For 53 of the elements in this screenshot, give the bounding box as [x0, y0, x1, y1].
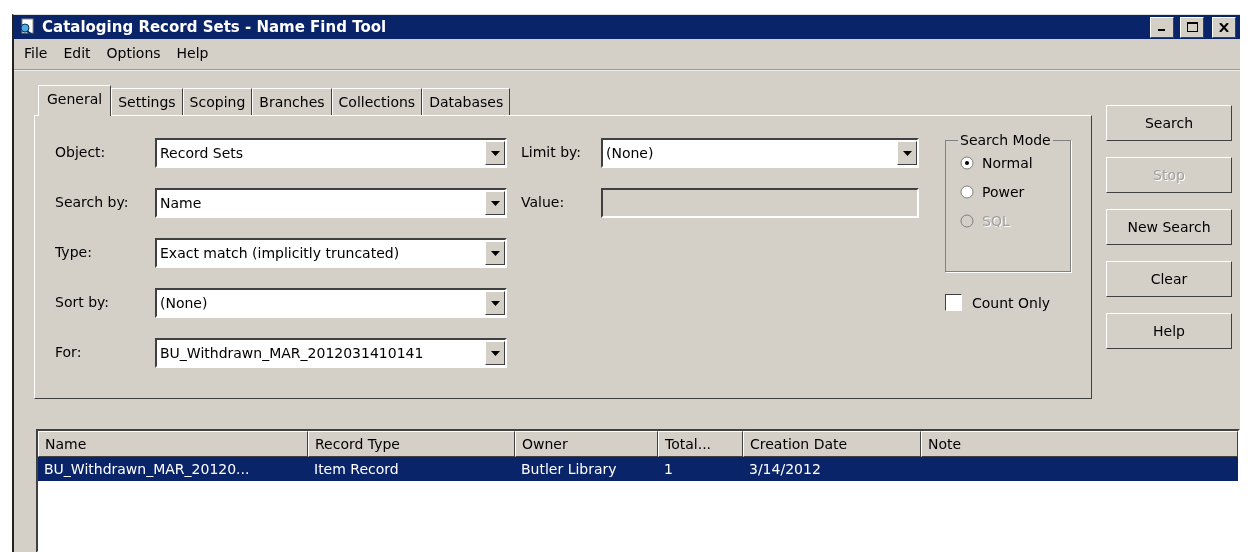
radio-option[interactable]: Power	[960, 184, 1070, 200]
radio-option[interactable]: Normal	[960, 155, 1070, 171]
minimize-button[interactable]	[1150, 16, 1174, 38]
field-label: Value:	[521, 193, 566, 210]
tab[interactable]: General	[38, 85, 112, 116]
dropdown-field[interactable]: Record Sets	[155, 138, 507, 168]
magnifier-document-icon	[18, 18, 36, 36]
table-cell-text: Item Record	[313, 460, 400, 479]
dropdown-field[interactable]: Exact match (implicitly truncated)	[155, 238, 507, 268]
action-button[interactable]: New Search	[1106, 209, 1232, 245]
tab[interactable]: Scoping	[182, 88, 253, 115]
window-title: Cataloging Record Sets - Name Find Tool	[42, 18, 388, 36]
field-label: Search by:	[55, 193, 130, 210]
close-icon	[1219, 22, 1229, 32]
field-label: For:	[55, 343, 83, 360]
column-header[interactable]: Owner	[515, 431, 658, 457]
table-cell-text: Butler Library	[520, 460, 618, 479]
maximize-icon	[1186, 22, 1198, 32]
action-button[interactable]: Help	[1106, 313, 1232, 349]
menu-item[interactable]: Options	[98, 45, 169, 61]
radio-icon[interactable]	[960, 156, 974, 170]
menu-item[interactable]: Edit	[55, 45, 99, 61]
table-cell-text: 3/14/2012	[748, 460, 822, 479]
menu-item[interactable]: File	[16, 45, 56, 61]
column-header[interactable]: Name	[38, 431, 308, 457]
action-button[interactable]: Clear	[1106, 261, 1232, 297]
dropdown-field[interactable]: (None)	[155, 288, 507, 318]
menu-item[interactable]: Help	[168, 45, 217, 61]
field-label: Sort by:	[55, 293, 111, 310]
dropdown-field[interactable]: (None)	[601, 138, 919, 168]
dropdown-field[interactable]: BU_Withdrawn_MAR_2012031410141	[155, 338, 507, 368]
maximize-button[interactable]	[1180, 16, 1204, 38]
checkbox[interactable]	[945, 294, 962, 311]
column-header[interactable]: Total...	[658, 431, 743, 457]
checkbox-option[interactable]: Count Only	[945, 294, 1071, 311]
close-button[interactable]	[1212, 16, 1236, 38]
field-label: Object:	[55, 143, 107, 160]
table-row[interactable]: BU_Withdrawn_MAR_20120... Item Record Butler Library 1 3/14/2012	[38, 457, 1238, 481]
column-header[interactable]: Note	[921, 431, 1238, 457]
field-label: Type:	[55, 243, 93, 260]
column-header[interactable]: Creation Date	[743, 431, 921, 457]
radio-icon[interactable]	[960, 185, 974, 199]
field-label: Limit by:	[521, 143, 583, 160]
tab[interactable]: Settings	[111, 88, 183, 115]
tab[interactable]: Databases	[422, 88, 511, 115]
tab[interactable]: Collections	[331, 88, 423, 115]
column-header[interactable]: Record Type	[308, 431, 515, 457]
tab[interactable]: Branches	[252, 88, 332, 115]
action-button[interactable]: Search	[1106, 105, 1232, 141]
table-cell-text: BU_Withdrawn_MAR_20120...	[43, 460, 251, 479]
dropdown-field[interactable]: Name	[155, 188, 507, 218]
group-title: Search Mode	[958, 132, 1053, 148]
table-cell-text: 1	[663, 460, 674, 479]
